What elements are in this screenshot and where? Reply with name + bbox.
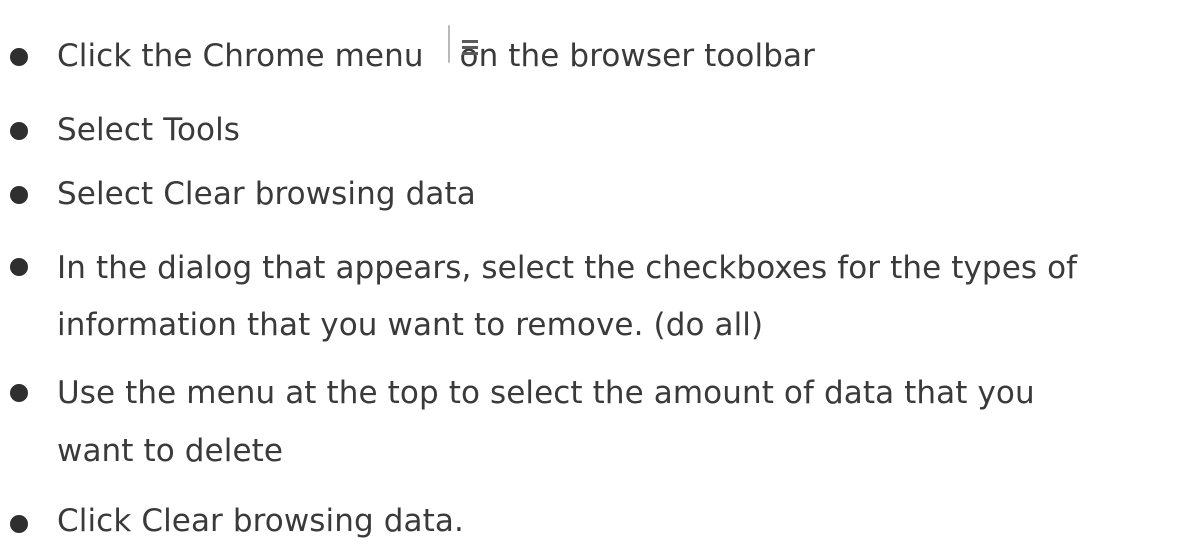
bullet-point <box>10 48 28 66</box>
step-text: Click Clear browsing data. <box>57 503 464 539</box>
bullet-point <box>10 122 28 140</box>
step-text-after-icon: on the browser toolbar <box>459 38 815 74</box>
step-text-before-icon: Click the Chrome menu <box>57 38 424 74</box>
bullet-point <box>10 258 28 276</box>
bullet-point <box>10 384 28 402</box>
step-text: Use the menu at the top to select the am… <box>57 364 1035 480</box>
hamburger-menu-icon <box>447 24 478 63</box>
step-text: Select Clear browsing data <box>57 176 476 212</box>
bullet-point <box>10 515 28 533</box>
step-text: In the dialog that appears, select the c… <box>57 240 1077 354</box>
bullet-point <box>10 186 28 204</box>
step-text: Click the Chrome menu on the browser too… <box>57 24 815 85</box>
step-text-line: information that you want to remove. (do… <box>57 307 764 343</box>
step-text-line: In the dialog that appears, select the c… <box>57 250 1078 286</box>
step-text-line: Use the menu at the top to select the am… <box>57 375 1035 411</box>
step-text: Select Tools <box>57 112 241 148</box>
step-text-line: want to delete <box>57 433 284 469</box>
